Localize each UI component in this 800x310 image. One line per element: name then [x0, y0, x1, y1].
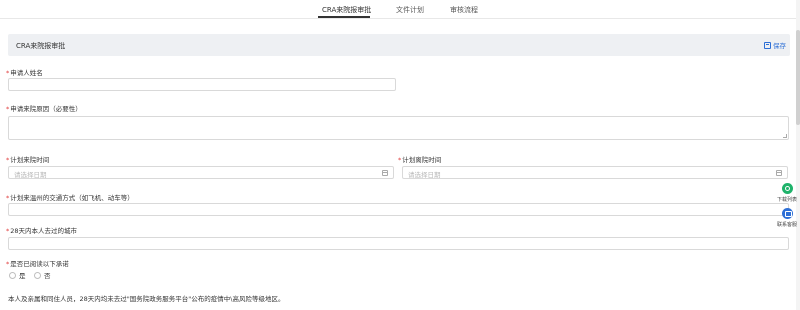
required-mark: *	[398, 156, 402, 164]
resize-handle-icon[interactable]	[783, 134, 787, 138]
download-list-button[interactable]: 下载列表	[776, 183, 798, 203]
visit-reason-textarea[interactable]	[8, 116, 789, 140]
visit-reason-label: *申请来院原因（必要性）	[6, 105, 82, 113]
calendar-icon	[382, 170, 388, 176]
customer-service-button[interactable]: 联系客服	[776, 208, 798, 228]
customer-service-label: 联系客服	[776, 222, 797, 228]
tab-review-process[interactable]: 审核流程	[450, 5, 478, 15]
section-header: CRA来院报审批 保存	[8, 34, 790, 56]
required-mark: *	[6, 227, 10, 235]
download-icon	[781, 183, 793, 194]
planned-departure-label: *计划离院时间	[398, 156, 442, 164]
planned-arrival-label: *计划来院时间	[6, 156, 50, 164]
radio-circle-icon	[34, 271, 41, 279]
tab-cra-visit-approval[interactable]: CRA来院报审批	[322, 5, 371, 15]
required-mark: *	[6, 260, 10, 268]
required-mark: *	[6, 69, 10, 77]
required-mark: *	[6, 156, 10, 164]
tab-bar: CRA来院报审批 文件计划 审核流程	[0, 0, 800, 19]
applicant-name-input[interactable]	[8, 78, 396, 91]
planned-departure-placeholder: 请选择日期	[408, 171, 441, 179]
radio-yes-label: 是	[19, 272, 26, 280]
cities-28d-label: *28天内本人去过的城市	[6, 227, 78, 235]
scrollbar-track[interactable]	[796, 0, 800, 310]
radio-circle-icon	[9, 271, 16, 279]
transport-label: *计划来温州的交通方式（如飞机、动车等）	[6, 194, 134, 202]
active-tab-indicator	[318, 16, 370, 18]
tab-file-plan[interactable]: 文件计划	[396, 5, 424, 15]
commitment-notice: 本人及亲属和同住人员，28天内均未去过"国务院政务服务平台"公布的疫情中\高风险…	[8, 295, 285, 303]
applicant-name-label: *申请人姓名	[6, 69, 43, 77]
commitment-radio-no[interactable]: 否	[34, 270, 51, 280]
customer-service-icon	[781, 208, 793, 219]
save-icon	[764, 41, 771, 49]
planned-arrival-placeholder: 请选择日期	[14, 171, 47, 179]
commitment-label: *是否已阅读以下承诺	[6, 260, 69, 268]
commitment-radio-yes[interactable]: 是	[9, 270, 26, 280]
download-list-label: 下载列表	[776, 197, 797, 203]
section-title: CRA来院报审批	[16, 42, 66, 50]
planned-departure-date-picker[interactable]: 请选择日期	[402, 166, 788, 179]
required-mark: *	[6, 105, 10, 113]
save-label: 保存	[773, 42, 786, 50]
required-mark: *	[6, 194, 10, 202]
save-button[interactable]: 保存	[764, 40, 786, 50]
radio-no-label: 否	[44, 272, 51, 280]
transport-input[interactable]	[8, 203, 789, 216]
planned-arrival-date-picker[interactable]: 请选择日期	[8, 166, 394, 179]
calendar-icon	[776, 170, 782, 176]
cities-28d-input[interactable]	[8, 237, 789, 250]
scrollbar-thumb[interactable]	[796, 30, 800, 125]
